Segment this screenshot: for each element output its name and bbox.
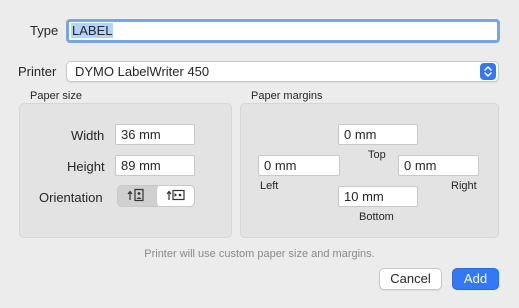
- printer-select[interactable]: DYMO LabelWriter 450: [66, 61, 499, 82]
- margin-right-input[interactable]: 0 mm: [398, 155, 479, 176]
- orientation-portrait-button[interactable]: [118, 186, 156, 206]
- margin-top-label: Top: [368, 149, 386, 161]
- paper-margins-title: Paper margins: [251, 90, 323, 102]
- margin-top-input[interactable]: 0 mm: [338, 124, 418, 145]
- margin-left-input[interactable]: 0 mm: [258, 155, 340, 176]
- chevron-up-down-icon: [480, 63, 496, 80]
- orientation-label: Orientation: [39, 190, 103, 205]
- margin-bottom-label: Bottom: [359, 211, 394, 223]
- printer-selected-value: DYMO LabelWriter 450: [75, 64, 210, 79]
- height-label: Height: [67, 159, 105, 174]
- orientation-landscape-button[interactable]: [156, 186, 194, 206]
- add-button[interactable]: Add: [452, 268, 499, 290]
- margin-left-label: Left: [260, 180, 279, 192]
- height-input[interactable]: 89 mm: [115, 155, 195, 176]
- width-input[interactable]: 36 mm: [115, 124, 195, 145]
- portrait-orientation-icon: [127, 188, 147, 205]
- margin-right-label: Right: [451, 180, 477, 192]
- printer-label: Printer: [18, 64, 57, 79]
- landscape-orientation-icon: [166, 188, 186, 205]
- margin-bottom-input[interactable]: 10 mm: [338, 186, 418, 207]
- paper-size-title: Paper size: [30, 90, 82, 102]
- type-value: LABEL: [71, 23, 114, 38]
- type-input[interactable]: LABEL: [66, 19, 500, 43]
- type-label: Type: [30, 23, 59, 38]
- cancel-button[interactable]: Cancel: [379, 268, 442, 290]
- width-label: Width: [71, 128, 105, 143]
- info-text: Printer will use custom paper size and m…: [144, 248, 375, 260]
- orientation-segmented-control[interactable]: [117, 185, 195, 207]
